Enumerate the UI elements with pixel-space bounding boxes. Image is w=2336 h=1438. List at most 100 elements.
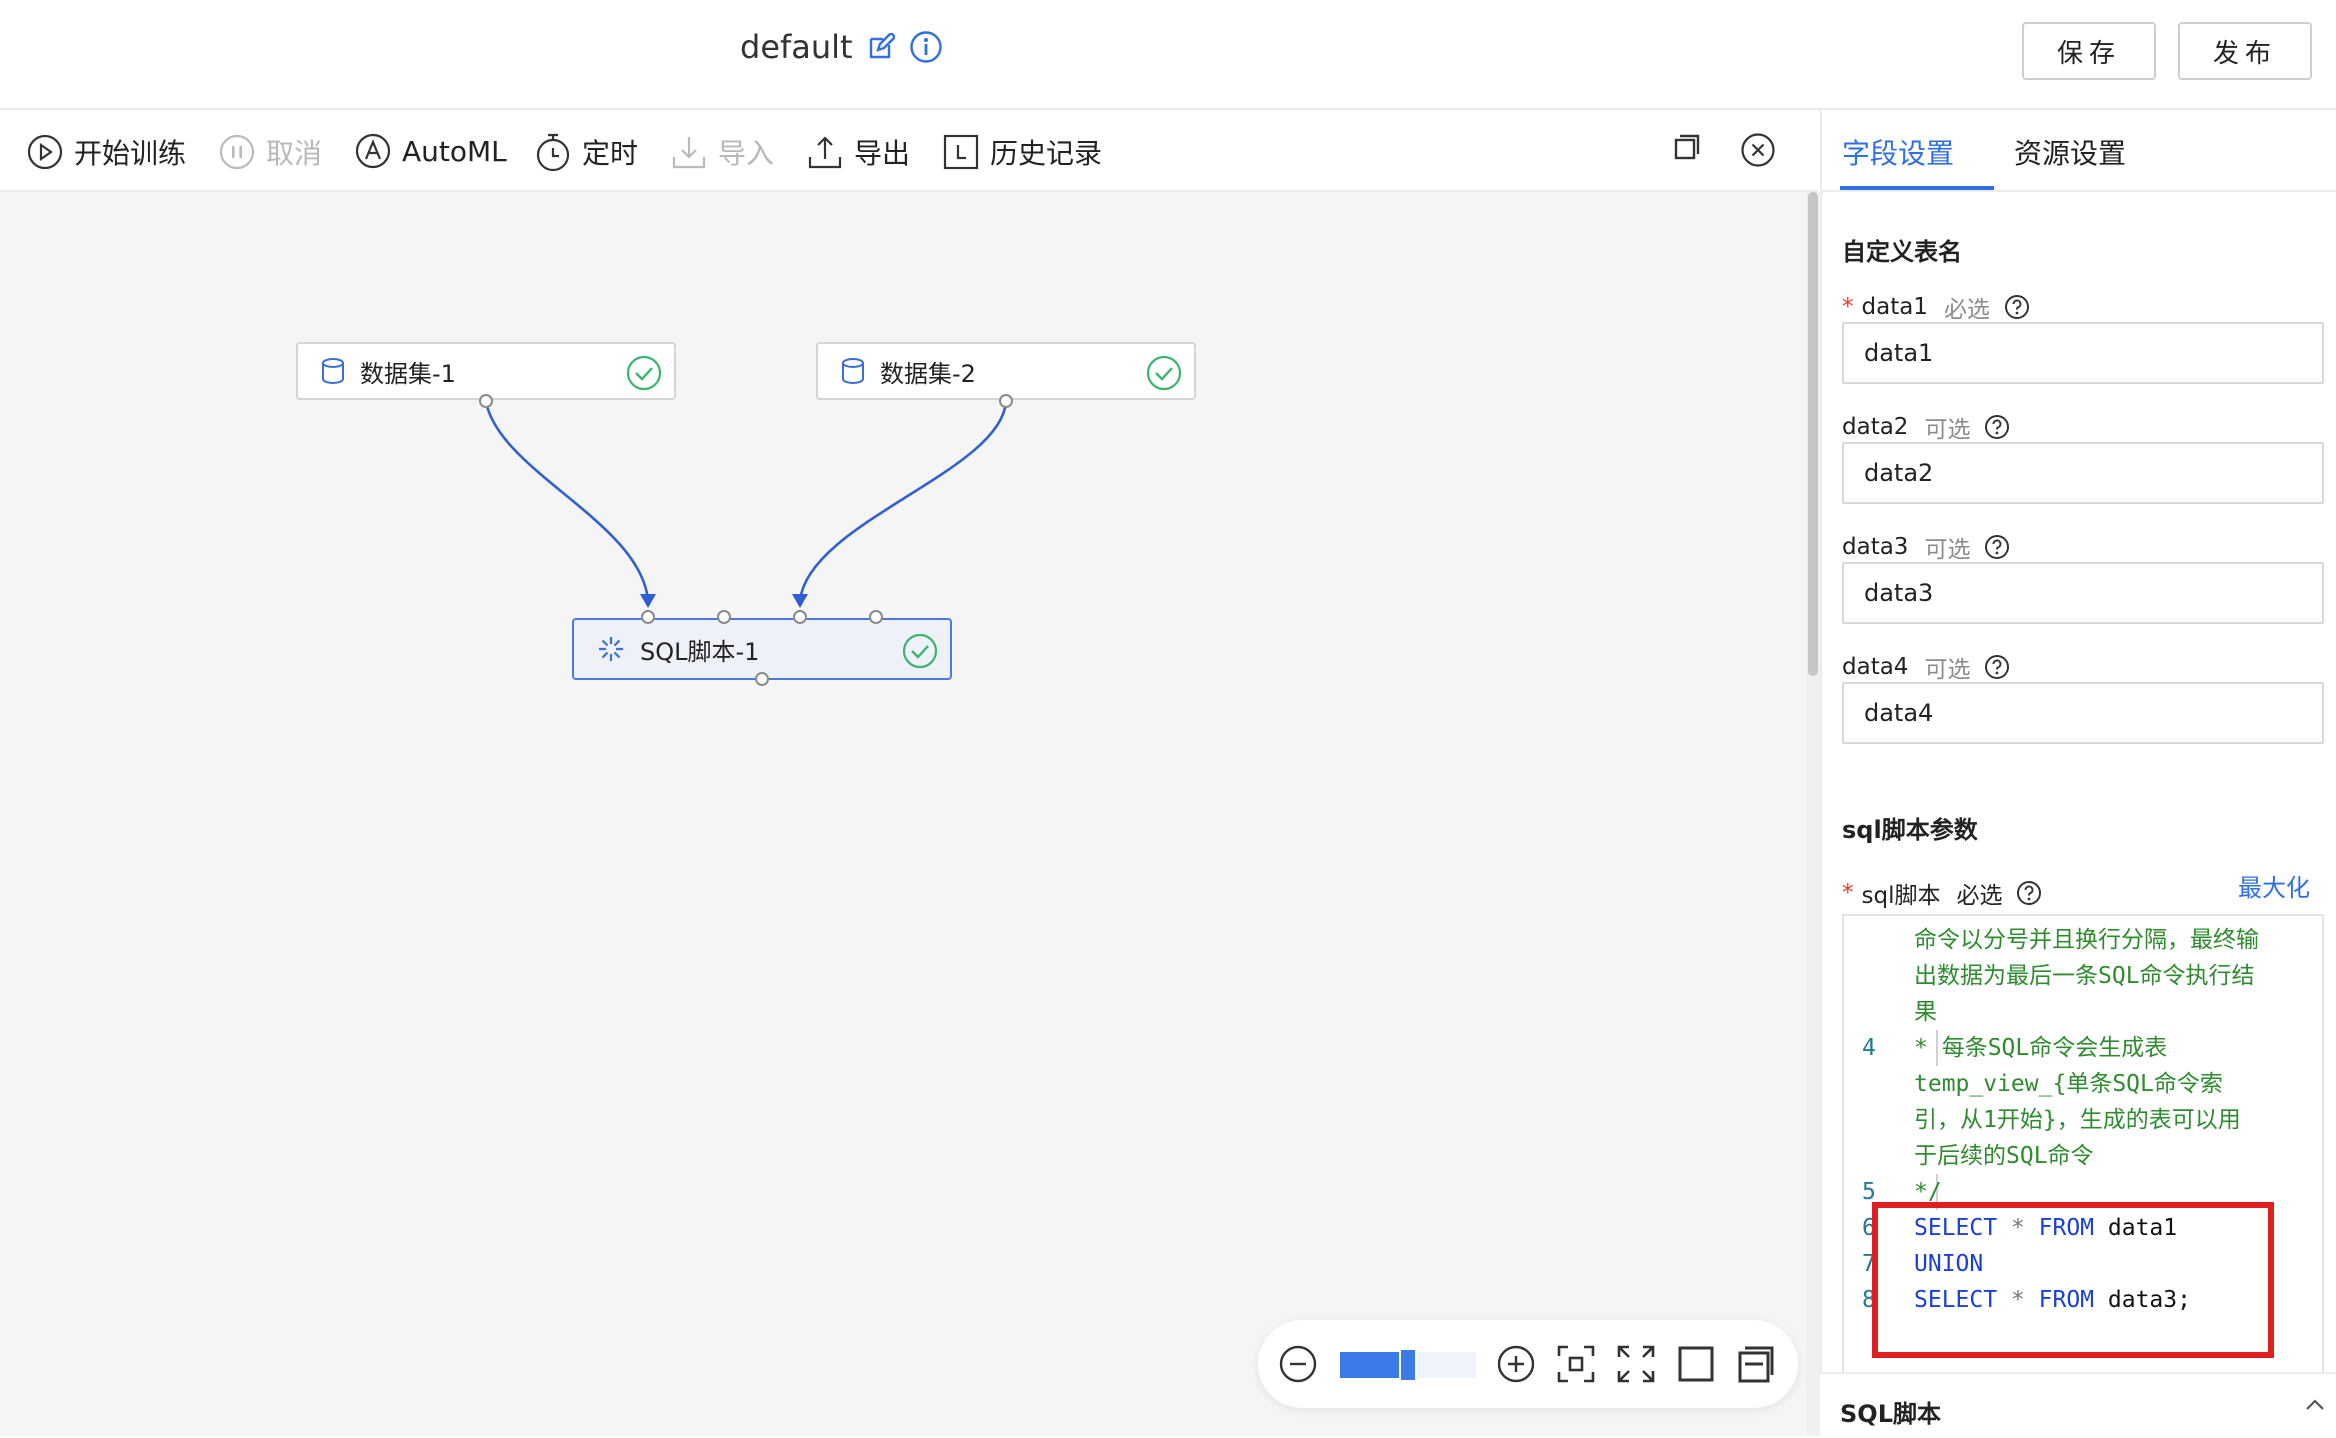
maximize-link[interactable]: 最大化 (2238, 868, 2310, 903)
pipeline-name: default (740, 28, 853, 66)
output-port[interactable] (479, 394, 493, 408)
schedule-label: 定时 (582, 137, 639, 170)
edit-icon[interactable] (867, 33, 895, 61)
chevron-up-icon[interactable] (2302, 1392, 2328, 1422)
node-label: SQL脚本-1 (640, 637, 760, 666)
node-sql-script-1[interactable]: SQL脚本-1 (572, 618, 952, 680)
canvas-scrollbar[interactable] (1806, 192, 1820, 1436)
input-port[interactable] (869, 610, 883, 624)
highlight-annotation-box (1872, 1202, 2274, 1358)
code-comment: 命令以分号并且换行分隔，最终输 (1914, 927, 2259, 953)
schedule-button[interactable]: 定时 (534, 132, 638, 172)
close-circle-icon (1741, 133, 1775, 167)
export-button[interactable]: 导出 (806, 132, 910, 172)
database-icon (840, 357, 866, 385)
cancel-label: 取消 (266, 137, 323, 170)
output-port[interactable] (755, 672, 769, 686)
edge-dataset1-sql (484, 401, 650, 601)
success-check-icon (902, 633, 938, 675)
panel-tabs: 字段设置 资源设置 (1822, 110, 2336, 192)
help-icon[interactable] (1984, 654, 2010, 680)
cancel-button[interactable]: 取消 (218, 132, 322, 172)
field-label-data3: data3 可选 (1842, 530, 2010, 564)
pipeline-canvas[interactable]: 数据集-1 数据集-2 SQL脚本-1 (0, 192, 1806, 1436)
field-name: data1 (1861, 294, 1928, 320)
node-dataset-1[interactable]: 数据集-1 (296, 342, 676, 400)
history-icon (943, 134, 979, 170)
field-name: data2 (1842, 414, 1909, 440)
output-port[interactable] (999, 394, 1013, 408)
edge-dataset2-arrowhead (792, 594, 808, 608)
help-icon[interactable] (1984, 534, 2010, 560)
section-custom-table-name: 自定义表名 (1842, 238, 1962, 266)
tab-field-settings[interactable]: 字段设置 (1842, 132, 1954, 172)
help-icon[interactable] (2004, 294, 2030, 320)
upload-icon (808, 136, 842, 169)
automl-a-icon (355, 133, 391, 169)
zoom-out-icon[interactable] (1278, 1344, 1318, 1388)
code-comment: 果 (1914, 999, 1937, 1025)
section-sql-params: sql脚本参数 (1842, 816, 1978, 844)
field-name: sql脚本 (1861, 883, 1941, 909)
zoom-in-icon[interactable] (1496, 1344, 1536, 1388)
required-star: * (1842, 880, 1854, 906)
field-label-sql-script: * sql脚本 必选 (1842, 876, 2042, 910)
info-icon[interactable] (909, 30, 943, 64)
field-flag: 可选 (1924, 537, 1971, 563)
top-header: default 保存 发布 (0, 0, 2336, 110)
pipeline-title: default (740, 28, 943, 66)
active-tab-indicator (1840, 186, 1994, 190)
import-button[interactable]: 导入 (670, 132, 774, 172)
close-canvas-button[interactable] (1740, 132, 1776, 168)
accordion-label: SQL脚本 (1840, 1400, 1941, 1428)
history-button[interactable]: 历史记录 (942, 132, 1102, 172)
data1-input[interactable]: data1 (1842, 322, 2324, 384)
zoom-slider-handle[interactable] (1399, 1348, 1417, 1382)
code-comment: 于后续的SQL命令 (1914, 1143, 2094, 1169)
sql-script-accordion[interactable]: SQL脚本 (1820, 1372, 2336, 1438)
export-label: 导出 (854, 137, 911, 170)
zoom-slider-fill (1340, 1352, 1408, 1378)
field-label-data2: data2 可选 (1842, 410, 2010, 444)
input-port[interactable] (717, 610, 731, 624)
node-label: 数据集-2 (880, 359, 976, 388)
canvas-toolbar: 开始训练 取消 AutoML 定时 导入 导出 历史记录 (0, 110, 1818, 192)
save-button[interactable]: 保存 (2022, 22, 2156, 80)
actual-size-icon[interactable] (1676, 1344, 1716, 1388)
tab-resource-settings[interactable]: 资源设置 (2014, 132, 2126, 172)
fullscreen-icon[interactable] (1616, 1344, 1656, 1388)
data2-input[interactable]: data2 (1842, 442, 2324, 504)
code-comment: temp_view_{单条SQL命令索 (1914, 1071, 2223, 1097)
automl-label: AutoML (402, 134, 507, 168)
edge-dataset2-sql (798, 401, 1008, 601)
field-name: data3 (1842, 534, 1909, 560)
data4-input[interactable]: data4 (1842, 682, 2324, 744)
scrollbar-thumb[interactable] (1808, 192, 1818, 676)
line-number: 4 (1862, 1035, 1876, 1061)
timer-icon (536, 133, 570, 172)
edge-dataset1-arrowhead (640, 594, 656, 608)
database-icon (320, 357, 346, 385)
minimap-icon[interactable] (1736, 1344, 1776, 1388)
node-label: 数据集-1 (360, 359, 456, 388)
field-label-data1: * data1 必选 (1842, 290, 2030, 324)
help-icon[interactable] (1984, 414, 2010, 440)
automl-button[interactable]: AutoML (354, 132, 507, 170)
field-flag: 可选 (1924, 657, 1971, 683)
start-training-label: 开始训练 (74, 137, 187, 170)
history-label: 历史记录 (990, 137, 1103, 170)
code-comment: 出数据为最后一条SQL命令执行结 (1914, 963, 2255, 989)
zoom-slider[interactable] (1340, 1348, 1476, 1382)
fit-view-icon[interactable] (1556, 1344, 1596, 1388)
input-port[interactable] (793, 610, 807, 624)
start-training-button[interactable]: 开始训练 (26, 132, 186, 172)
input-port[interactable] (641, 610, 655, 624)
help-icon[interactable] (2016, 880, 2042, 906)
play-circle-icon (27, 134, 63, 170)
node-dataset-2[interactable]: 数据集-2 (816, 342, 1196, 400)
copy-button[interactable] (1672, 132, 1702, 162)
field-name: data4 (1842, 654, 1909, 680)
publish-button[interactable]: 发布 (2178, 22, 2312, 80)
success-check-icon (1146, 355, 1182, 397)
data3-input[interactable]: data3 (1842, 562, 2324, 624)
